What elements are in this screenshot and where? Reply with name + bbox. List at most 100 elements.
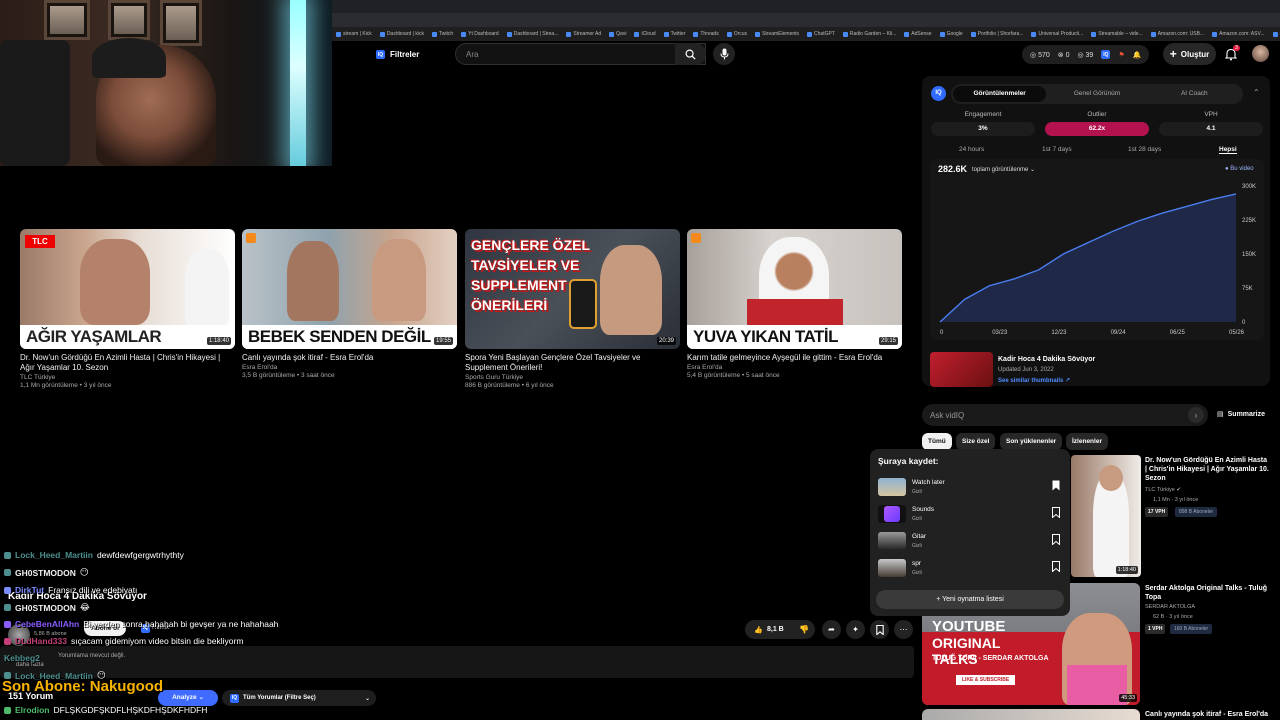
bookmark-item[interactable]: Dashboard | Strea... [506,31,558,37]
playlist-row[interactable]: spr Gizli [878,559,1064,579]
collapse-icon[interactable]: ⌃ [1253,88,1260,97]
total-views-dropdown[interactable]: toplam görüntülenme ⌄ [972,166,1035,173]
bookmark-item[interactable]: Streamable – vide... [1091,31,1143,37]
search-button[interactable] [675,43,706,65]
video-card[interactable]: BEBEK SENDEN DEĞİL 19:55 Canlı yayında ş… [242,229,457,379]
tab-views[interactable]: Görüntülenmeler [953,86,1047,102]
bookmark-icon[interactable] [1052,507,1060,518]
video-title[interactable]: Spora Yeni Başlayan Gençlere Özel Tavsiy… [465,353,680,373]
similar-thumbnails-link[interactable]: See similar thumbnails ↗ [998,377,1070,384]
bookmark-item[interactable]: ChatGPT [807,31,835,37]
channel-name[interactable]: Esra Erol'da [687,364,902,371]
bookmark-item[interactable]: stream | Kick [336,31,372,37]
bookmark-item[interactable]: Qavi [609,31,626,37]
channel-name[interactable]: TLC Türkiye [20,374,235,381]
bookmark-item[interactable]: Amazon.com: USB... [1150,31,1204,37]
dislike-button[interactable]: 👎 [793,620,815,639]
bookmark-item[interactable]: Orcus [726,31,747,37]
gaming-chair [0,40,70,166]
bookmark-item[interactable]: Submit a request [1272,31,1280,37]
comment-filter-select[interactable]: IQ Tüm Yorumlar (Filtre Seç) ⌄ [222,690,376,706]
send-icon[interactable]: › [1188,407,1204,423]
search-box[interactable] [455,43,706,65]
bookmark-favicon-icon [755,31,761,37]
bookmark-item[interactable]: Google [939,31,963,37]
video-card[interactable]: GENÇLERE ÖZEL TAVSİYELER VE SUPPLEMENT Ö… [465,229,680,389]
ask-vidiq-box[interactable] [922,404,1208,426]
video-card[interactable]: YUVA YIKAN TATİL 29:15 Karım tatile gelm… [687,229,902,379]
bookmark-icon[interactable] [1052,534,1060,545]
bookmark-item[interactable]: Yt Dashboard [461,31,499,37]
video-thumbnail[interactable]: BEBEK SENDEN DEĞİL 19:55 [242,229,457,349]
summarize-button[interactable]: ▤ Summarize [1217,410,1265,419]
browser-addressbar[interactable] [332,13,1280,27]
vidiq-stats[interactable]: ◎ 570 ⊗ 0 ◎ 39 IQ ⚑ 🔔 [1022,45,1150,64]
bookmark-item[interactable]: Portfolio | Shorfara... [970,31,1023,37]
chip-watched[interactable]: İzlenenler [1066,433,1108,450]
sidebar-thumbnail[interactable] [922,709,1140,720]
x-tick-label: 09/24 [1111,330,1127,336]
sidebar-video-title[interactable]: Serdar Aktolga Original Talks - Tuluğ To… [1145,584,1270,602]
related-thumbnail[interactable] [930,352,993,387]
playlist-row[interactable]: Gitar Gizli [878,532,1064,552]
new-playlist-button[interactable]: + Yeni oynatma listesi [876,590,1064,609]
range-28d[interactable]: 1st 28 days [1128,146,1161,153]
video-thumbnail[interactable]: GENÇLERE ÖZEL TAVSİYELER VE SUPPLEMENT Ö… [465,229,680,349]
bookmark-icon[interactable] [1052,561,1060,572]
playlist-row[interactable]: Watch later Gizli [878,478,1064,498]
voice-search-button[interactable] [713,43,735,65]
filters-button[interactable]: IQ Filtreler [368,45,427,64]
bookmark-item[interactable]: iCloud [634,31,656,37]
video-card[interactable]: TLC AĞIR YAŞAMLAR 1:18:40 Dr. Now'un Gör… [20,229,235,389]
tab-overview[interactable]: Genel Görünüm [1050,86,1143,102]
bookmark-item[interactable]: Threads [693,31,719,37]
video-title[interactable]: Dr. Now'un Gördüğü En Azimli Hasta | Chr… [20,353,235,373]
sidebar-video-title[interactable]: Canlı yayında şok itiraf - Esra Erol'da [1145,710,1270,719]
channel-name[interactable]: Esra Erol'da [242,364,457,371]
video-meta: 886 B görüntüleme • 6 yıl önce [465,382,554,389]
ask-vidiq-input[interactable] [930,410,1170,420]
save-button[interactable] [870,620,889,639]
alert-icon[interactable]: 🔔 [1133,51,1142,59]
chip-recent[interactable]: Son yüklenenler [1000,433,1063,450]
range-24h[interactable]: 24 hours [959,146,984,153]
create-button[interactable]: + Oluştur [1163,43,1216,65]
bookmark-favicon-icon [970,31,976,37]
channel-name[interactable]: Sports Guru Türkiye [465,374,680,381]
bookmark-item[interactable]: Dashboard | kick [379,31,424,37]
bookmark-item[interactable]: Universal Producti... [1031,31,1083,37]
avatar[interactable] [1252,45,1269,62]
flag-icon[interactable]: ⚑ [1118,51,1124,59]
bookmark-item[interactable]: AdSense [904,31,932,37]
sidebar-video-title[interactable]: Dr. Now'un Gördüğü En Azimli Hasta | Chr… [1145,456,1270,483]
more-button[interactable]: ⋯ [894,620,913,639]
bookmark-item[interactable]: Twitch [431,31,453,37]
range-7d[interactable]: 1st 7 days [1042,146,1072,153]
bookmark-item[interactable]: Streamer Ad [566,31,601,37]
vph-badge: 1 VPH [1145,624,1166,634]
like-button[interactable]: 👍 8,1 B [745,620,793,639]
video-title[interactable]: Canlı yayında şok itiraf - Esra Erol'da [242,353,457,363]
playlist-privacy: Gizli [912,570,922,576]
chip-for-you[interactable]: Size özel [956,433,996,450]
playlist-row[interactable]: Sounds Gizli [878,505,1064,525]
analyze-button[interactable]: Analyze ⌄ [158,690,218,706]
tab-ai-coach[interactable]: AI Coach [1148,86,1241,102]
sidebar-channel[interactable]: SERDAR AKTOLGA [1145,604,1195,610]
video-thumbnail[interactable]: YUVA YIKAN TATİL 29:15 [687,229,902,349]
share-button[interactable]: ➦ [822,620,841,639]
chip-all[interactable]: Tümü [922,433,952,450]
last-subscriber-alert: Son Abone: Nakugood [2,678,164,695]
sidebar-channel[interactable]: TLC Türkiye ✔ [1145,487,1181,493]
bookmark-item[interactable]: Amazon.com: ASV... [1212,31,1265,37]
search-input[interactable] [466,49,705,59]
ask-button[interactable]: ✦ [846,620,865,639]
bookmark-item[interactable]: Radio Garden – Kli... [842,31,896,37]
bookmark-filled-icon[interactable] [1052,480,1060,491]
video-title[interactable]: Karım tatile gelmeyince Ayşegül ile gitt… [687,353,902,363]
bookmark-item[interactable]: StreamElements [755,31,799,37]
video-thumbnail[interactable]: TLC AĞIR YAŞAMLAR 1:18:40 [20,229,235,349]
range-all[interactable]: Hepsi [1219,146,1237,154]
sidebar-thumbnail[interactable]: 1:18:40 [1071,455,1141,577]
bookmark-item[interactable]: Twitter [663,31,685,37]
